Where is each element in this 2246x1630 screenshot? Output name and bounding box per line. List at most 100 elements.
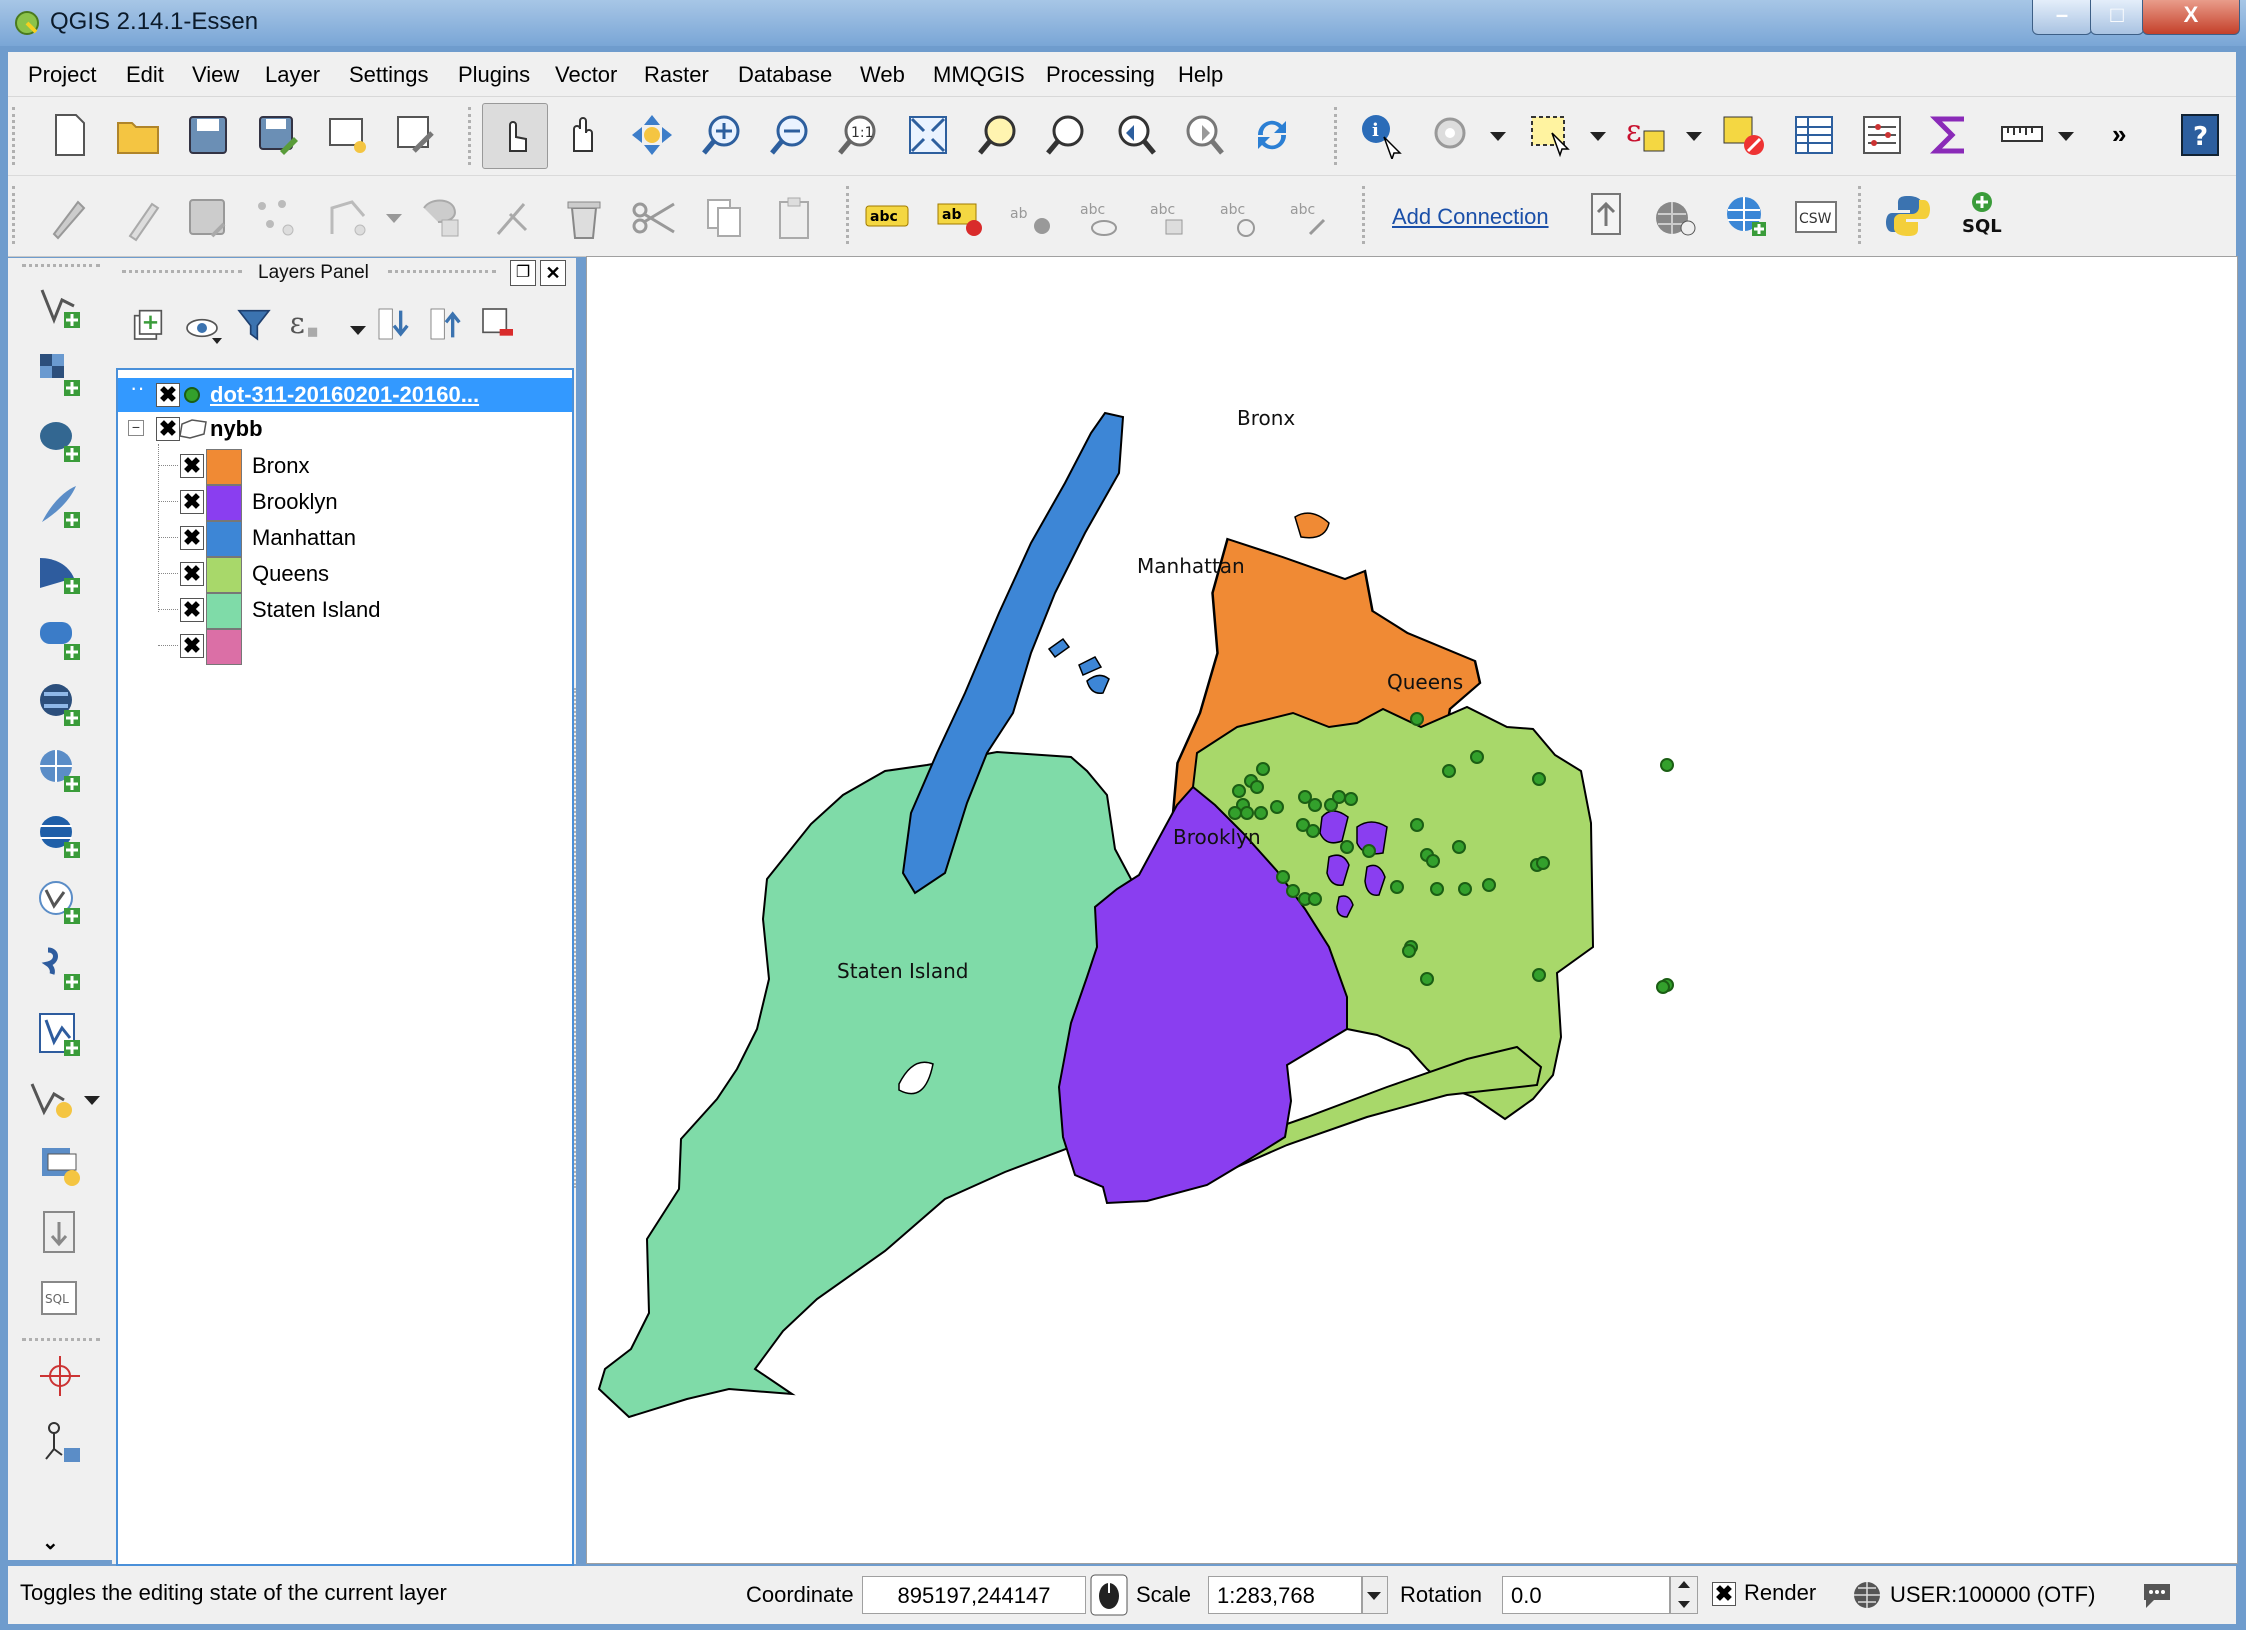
new-spatialite-layer-icon[interactable] [28, 1076, 76, 1124]
category-checkbox[interactable]: ✖ [180, 490, 204, 514]
select-by-expression-icon[interactable]: ε [1622, 111, 1670, 159]
render-checkbox[interactable]: ✖ [1712, 1582, 1736, 1606]
new-shapefile-layer-icon[interactable] [36, 1010, 84, 1058]
menu-layer[interactable]: Layer [265, 62, 320, 88]
new-temporary-scratch-layer-icon[interactable] [36, 1142, 84, 1190]
add-wcs-layer-strip-icon[interactable] [36, 812, 84, 860]
service-request-point[interactable] [1482, 878, 1496, 892]
toggle-editing-icon[interactable] [118, 194, 166, 242]
paste-features-icon[interactable] [770, 194, 818, 242]
refresh-icon[interactable] [1248, 111, 1296, 159]
field-calculator-sum-icon[interactable] [1926, 111, 1974, 159]
menu-edit[interactable]: Edit [126, 62, 164, 88]
measure-line-icon[interactable] [1998, 111, 2046, 159]
python-console-icon[interactable] [1884, 192, 1932, 240]
panel-close-button[interactable]: ✕ [540, 260, 566, 286]
service-request-point[interactable] [1254, 806, 1268, 820]
category-checkbox[interactable]: ✖ [180, 634, 204, 658]
rotate-feature-icon[interactable] [490, 194, 538, 242]
crosshair-icon[interactable] [36, 1352, 84, 1400]
panel-float-button[interactable]: ❐ [510, 260, 536, 286]
service-request-point[interactable] [1656, 980, 1670, 994]
metasearch-csw-icon[interactable]: CSW [1792, 194, 1840, 242]
service-request-point[interactable] [1362, 844, 1376, 858]
service-request-point[interactable] [1660, 758, 1674, 772]
add-wfs-layer-icon[interactable] [36, 878, 84, 926]
service-request-point[interactable] [1308, 798, 1322, 812]
add-group-icon[interactable] [128, 304, 168, 344]
add-raster-layer-icon[interactable] [36, 350, 84, 398]
legend-item-brooklyn[interactable]: ✖ Brooklyn [118, 485, 572, 521]
statistical-summary-icon[interactable] [1858, 111, 1906, 159]
coordinate-field[interactable]: 895197,244147 [862, 1576, 1086, 1614]
minimize-button[interactable]: – [2032, 0, 2092, 35]
run-feature-action-icon[interactable] [1428, 111, 1476, 159]
expression-filter-dropdown-icon[interactable] [350, 326, 366, 335]
service-request-point[interactable] [1306, 824, 1320, 838]
add-vector-layer-icon[interactable] [36, 282, 84, 330]
menu-project[interactable]: Project [28, 62, 96, 88]
touch-zoom-pan-icon[interactable] [490, 111, 538, 159]
service-request-point[interactable] [1232, 784, 1246, 798]
service-request-point[interactable] [1442, 764, 1456, 778]
add-wcs-layer-icon[interactable] [1652, 194, 1700, 242]
service-request-point[interactable] [1270, 800, 1284, 814]
add-mssql-layer-icon[interactable] [36, 548, 84, 596]
gps-tracking-icon[interactable] [36, 1418, 84, 1466]
service-request-point[interactable] [1286, 884, 1300, 898]
expand-all-icon[interactable] [374, 304, 414, 344]
menu-vector[interactable]: Vector [555, 62, 617, 88]
toggle-extents-mouse-icon[interactable] [1090, 1574, 1128, 1616]
expand-toolbar-chevron-icon[interactable]: ⌄ [42, 1530, 59, 1555]
layer-row-nybb[interactable]: − ✖ nybb [118, 412, 572, 446]
expression-dropdown-icon[interactable] [1686, 132, 1702, 141]
action-dropdown-icon[interactable] [1490, 132, 1506, 141]
zoom-native-resolution-icon[interactable]: 1:1 [834, 111, 882, 159]
zoom-last-icon[interactable] [1112, 111, 1160, 159]
zoom-full-icon[interactable] [904, 111, 952, 159]
highlight-pinned-labels-icon[interactable]: ab [936, 194, 984, 242]
maximize-button[interactable]: □ [2090, 0, 2144, 35]
service-request-point[interactable] [1470, 750, 1484, 764]
service-request-point[interactable] [1452, 840, 1466, 854]
current-edits-icon[interactable] [44, 194, 92, 242]
legend-item-queens[interactable]: ✖ Queens [118, 557, 572, 593]
save-as-icon[interactable] [254, 111, 302, 159]
pan-map-icon[interactable] [560, 111, 608, 159]
menu-raster[interactable]: Raster [644, 62, 709, 88]
composer-manager-icon[interactable] [392, 111, 440, 159]
panel-splitter[interactable] [574, 688, 576, 1188]
service-request-point[interactable] [1332, 790, 1346, 804]
new-project-icon[interactable] [46, 111, 94, 159]
zoom-in-icon[interactable] [698, 111, 746, 159]
save-project-icon[interactable] [184, 111, 232, 159]
service-request-point[interactable] [1420, 972, 1434, 986]
filter-legend-icon[interactable] [234, 304, 274, 344]
node-tool-icon[interactable] [324, 194, 372, 242]
show-hide-labels-icon[interactable]: abc [1076, 194, 1124, 242]
menu-processing[interactable]: Processing [1046, 62, 1155, 88]
zoom-to-layer-icon[interactable] [1042, 111, 1090, 159]
add-oracle-layer-icon[interactable] [36, 614, 84, 662]
delete-selected-icon[interactable] [560, 194, 608, 242]
add-postgis-layer-icon[interactable] [36, 416, 84, 464]
save-layer-edits-icon[interactable] [184, 194, 232, 242]
service-request-point[interactable] [1308, 892, 1322, 906]
copy-features-icon[interactable] [700, 194, 748, 242]
legend-item-manhattan[interactable]: ✖ Manhattan [118, 521, 572, 557]
map-canvas[interactable]: Bronx Manhattan Queens Brooklyn Staten I… [586, 256, 2238, 1564]
close-button[interactable]: X [2142, 0, 2240, 35]
add-from-layer-definition-icon[interactable] [36, 1208, 84, 1256]
select-features-icon[interactable] [1528, 111, 1576, 159]
service-request-point[interactable] [1228, 806, 1242, 820]
layer-labeling-options-icon[interactable]: abc [864, 194, 912, 242]
upload-icon[interactable] [1582, 190, 1630, 238]
menu-view[interactable]: View [192, 62, 239, 88]
messages-icon[interactable] [2140, 1580, 2174, 1610]
filter-by-expression-icon[interactable]: ε [286, 302, 330, 346]
add-wms-layer-icon[interactable] [1722, 192, 1770, 240]
crs-status[interactable]: USER:100000 (OTF) [1890, 1582, 2095, 1608]
zoom-out-icon[interactable] [766, 111, 814, 159]
add-wms-wmts-layer-icon[interactable] [36, 746, 84, 794]
add-virtual-layer-icon[interactable] [36, 680, 84, 728]
